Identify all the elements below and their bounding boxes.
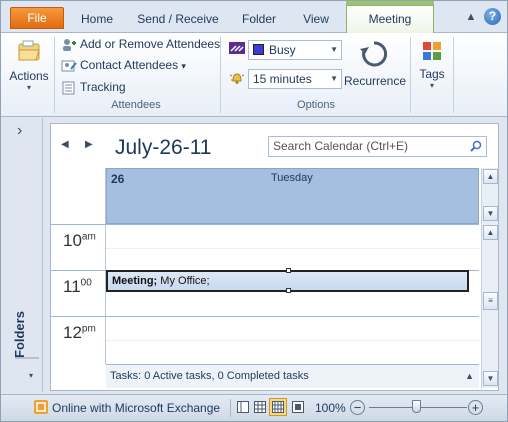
recurrence-button[interactable]: Recurrence [344,35,407,93]
tasks-summary: Tasks: 0 Active tasks, 0 Completed tasks [110,370,309,382]
reminder-combo[interactable]: 15 minutes ▼ [248,69,342,89]
actions-label: Actions [9,69,49,83]
meeting-appointment[interactable]: Meeting; My Office; [106,268,469,293]
day-view-icon[interactable] [272,401,284,413]
tasks-toggle-icon[interactable]: ▲ [465,365,474,388]
zoom-level: 100% [315,401,346,415]
recurrence-label: Recurrence [344,74,407,88]
previous-day-button[interactable]: ◀ [61,139,69,150]
hour-label: 1100 [63,277,92,296]
status-divider [230,399,231,417]
day-number: 26 [111,172,125,186]
search-calendar-input[interactable]: Search Calendar (Ctrl+E) [268,136,487,157]
busy-swatch-icon [253,44,264,55]
zoom-slider-thumb[interactable] [412,400,421,413]
scroll-down-icon[interactable]: ▼ [483,206,498,221]
options-group-label: Options [297,99,335,111]
add-remove-attendees-button[interactable]: Add or Remove Attendees [61,34,220,54]
show-as-value: Busy [269,43,296,57]
search-icon[interactable] [470,140,482,152]
tab-meeting[interactable]: Meeting [346,5,434,34]
contact-attendees-label: Contact Attendees [80,58,179,72]
tags-icon [423,42,441,60]
tab-send-receive[interactable]: Send / Receive [133,9,223,29]
hour-row[interactable]: 10am [51,224,479,270]
tracking-button[interactable]: Tracking [61,77,126,97]
scroll-up-icon[interactable]: ▲ [483,169,498,184]
ribbon: Actions ▾ Add or Remove Attendees Contac… [1,33,507,117]
calendar-view-icon[interactable] [254,401,266,413]
calendar-day-view: ◀ ▶ July-26-11 Search Calendar (Ctrl+E) … [50,123,499,391]
ribbon-tab-strip: File Home Send / Receive Folder View Mee… [1,1,507,34]
next-day-button[interactable]: ▶ [85,139,93,150]
tab-file[interactable]: File [10,7,64,29]
outlook-meeting-window: File Home Send / Receive Folder View Mee… [0,0,508,422]
date-title: July-26-11 [115,136,212,159]
contact-attendees-button[interactable]: Contact Attendees ▾ [61,55,186,75]
tasks-bar[interactable]: Tasks: 0 Active tasks, 0 Completed tasks… [106,364,479,388]
reading-view-icon[interactable] [292,401,304,413]
add-attendees-icon [63,38,76,51]
half-hour-line [106,248,479,249]
search-placeholder: Search Calendar (Ctrl+E) [273,139,409,153]
minimize-ribbon-icon[interactable]: ▲ [462,9,480,25]
reminder-bell-icon [229,73,245,84]
navigation-pane: › Folders ▾ [1,118,43,392]
exchange-status-icon [34,400,48,414]
status-bar: Online with Microsoft Exchange 100% − + [1,394,507,421]
tab-view[interactable]: View [294,9,338,29]
add-remove-attendees-label: Add or Remove Attendees [80,37,221,51]
actions-dropdown-icon: ▾ [26,83,31,92]
tags-button[interactable]: Tags ▾ [413,35,451,99]
resize-handle-top[interactable] [286,268,291,273]
tags-dropdown-icon: ▾ [429,81,434,90]
expand-nav-icon[interactable]: › [17,122,22,140]
nav-menu-icon[interactable]: ▾ [29,371,33,380]
half-hour-line [106,340,479,341]
zoom-out-button[interactable]: − [350,400,365,415]
normal-view-icon[interactable] [237,401,249,413]
group-separator [410,37,411,113]
group-separator [220,37,221,113]
actions-button[interactable]: Actions ▾ [5,35,53,99]
tab-folder[interactable]: Folder [234,9,284,29]
scroll-thumb[interactable]: ≡ [483,292,498,310]
hour-label: 10am [63,231,96,250]
appointment-location: My Office; [157,275,210,287]
chevron-down-icon: ▼ [330,45,338,54]
vertical-scrollbar[interactable]: ▲ ▼ ▲ ≡ ▼ [481,168,498,388]
reminder-value: 15 minutes [253,72,312,86]
folders-label[interactable]: Folders [12,311,27,358]
scroll-down-icon[interactable]: ▼ [483,371,498,386]
zoom-in-button[interactable]: + [468,400,483,415]
nav-divider [15,357,39,361]
connection-status: Online with Microsoft Exchange [52,401,221,415]
appointment-subject: Meeting; [112,275,158,287]
hour-row[interactable]: 12pm [51,316,479,362]
tags-label: Tags [419,67,445,81]
scroll-up-icon[interactable]: ▲ [483,225,498,240]
contact-dropdown-icon: ▾ [181,61,186,71]
recurrence-icon [360,41,388,67]
group-separator [54,37,55,113]
day-name: Tuesday [271,172,313,184]
contact-attendees-icon [61,60,77,72]
show-as-icon [229,42,245,54]
help-icon[interactable]: ? [484,8,501,25]
hour-label: 12pm [63,323,96,342]
tracking-label: Tracking [80,80,126,94]
group-separator [453,37,454,113]
show-as-combo[interactable]: Busy ▼ [248,40,342,60]
attendees-group-label: Attendees [111,99,161,111]
resize-handle-bottom[interactable] [286,288,291,293]
tracking-icon [62,81,75,95]
chevron-down-icon: ▼ [330,74,338,83]
day-column-header[interactable]: 26 Tuesday [106,168,479,224]
tab-home[interactable]: Home [73,9,121,29]
actions-folder-icon [18,40,40,61]
